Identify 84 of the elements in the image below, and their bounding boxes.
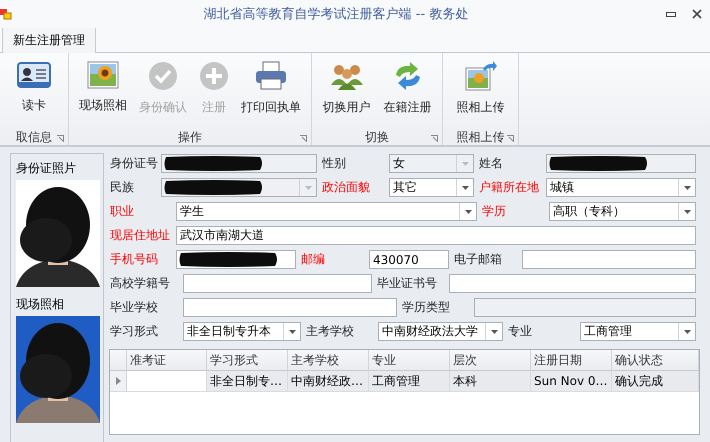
input-field[interactable] (183, 298, 397, 317)
field-label: 学历类型 (401, 299, 451, 316)
dropdown-arrow-icon (462, 162, 468, 166)
dropdown-arrow-icon (684, 186, 690, 190)
field-label: 手机号码 (109, 251, 159, 268)
table-cell: 非全日制专… (207, 371, 288, 392)
window-title: 湖北省高等教育自学考试注册客户端 -- 教务处 (202, 6, 470, 23)
photo-label: 身份证照片 (16, 160, 77, 177)
dialog-launcher-icon[interactable] (431, 135, 438, 142)
dropdown-arrow-icon (304, 186, 312, 190)
column-header[interactable]: 注册日期 (531, 350, 612, 371)
ribbon-button[interactable]: 照相上传 (454, 57, 506, 129)
dropdown-arrow-icon (288, 330, 296, 334)
input-field[interactable]: 武汉市南湖大道 (176, 226, 696, 245)
plus-icon (199, 61, 229, 91)
input-field[interactable] (176, 250, 296, 269)
table-cell: 本科 (450, 371, 531, 392)
printer-icon (255, 61, 287, 91)
dropdown-field[interactable]: 其它 (389, 178, 474, 197)
input-field[interactable] (449, 274, 696, 293)
field-label: 政治面貌 (321, 179, 371, 196)
ribbon-button[interactable]: 切换用户 (320, 57, 372, 129)
field-label: 民族 (109, 179, 135, 196)
sunflower-photo-icon (87, 61, 119, 89)
dropdown-arrow-icon (684, 210, 690, 214)
field-label: 现居住地址 (109, 227, 171, 244)
row-header[interactable] (110, 371, 127, 392)
group-label: 操作 (178, 128, 202, 146)
group-label: 切换 (365, 128, 389, 146)
field-label: 邮编 (300, 251, 326, 268)
group-label: 取信息 (16, 128, 52, 146)
corner-header-cell (110, 350, 127, 371)
dropdown-field[interactable]: 工商管理 (580, 322, 696, 341)
table-cell: 确认完成 (612, 371, 699, 392)
ribbon-button[interactable]: 读卡 (15, 57, 53, 129)
ribbon-tab[interactable]: 新生注册管理 (2, 27, 96, 53)
field-label: 职业 (109, 203, 135, 220)
minimize-icon (666, 12, 676, 16)
check-icon (148, 61, 178, 91)
field-label: 高校学籍号 (109, 275, 171, 292)
table-cell: Sun Nov 0… (531, 371, 612, 392)
dialog-launcher-icon[interactable] (507, 135, 514, 142)
column-header[interactable]: 准考证 (127, 350, 207, 371)
field-label: 毕业证书号 (376, 275, 438, 292)
field-label: 性别 (321, 155, 347, 172)
app-icon (0, 7, 14, 21)
field-label: 专业 (507, 323, 533, 340)
dropdown-arrow-icon (490, 330, 498, 334)
dropdown-arrow-icon (684, 330, 690, 334)
field-label: 毕业学校 (109, 299, 159, 316)
dropdown-arrow-icon (462, 186, 468, 190)
field-label: 身份证号 (109, 155, 159, 172)
column-header[interactable]: 层次 (450, 350, 531, 371)
field-label: 主考学校 (305, 323, 355, 340)
column-header[interactable]: 专业 (369, 350, 450, 371)
column-header[interactable]: 确认状态 (612, 350, 699, 371)
column-header[interactable]: 主考学校 (288, 350, 369, 371)
table-cell: 工商管理 (369, 371, 450, 392)
id-card-icon (17, 61, 51, 89)
ribbon-button[interactable]: 打印回执单 (239, 57, 303, 129)
dropdown-field[interactable]: 学生 (176, 202, 477, 221)
ribbon-button[interactable]: 现场照相 (77, 57, 129, 129)
input-field[interactable] (183, 274, 372, 293)
input-field[interactable] (522, 250, 696, 269)
dialog-launcher-icon[interactable] (300, 135, 307, 142)
dropdown-field[interactable]: 中南财经政法大学 (378, 322, 503, 341)
field-label: 学习形式 (109, 323, 159, 340)
dialog-launcher-icon[interactable] (57, 135, 64, 142)
input-field[interactable]: 430070 (369, 250, 449, 269)
dropdown-field[interactable]: 非全日制专升本 (183, 322, 301, 341)
table-cell: 中南财经政… (288, 371, 369, 392)
field-label: 学历 (481, 203, 507, 220)
close-icon (692, 9, 702, 19)
dropdown-arrow-icon (464, 210, 472, 214)
dropdown-field[interactable]: 高职（专科） (549, 202, 696, 221)
photo-upload-icon (464, 61, 496, 91)
group-label: 照相上传 (456, 128, 504, 146)
field-label: 电子邮箱 (453, 251, 503, 268)
ribbon-button[interactable]: 在籍注册 (382, 57, 434, 129)
field-label: 姓名 (478, 155, 504, 172)
column-header[interactable]: 学习形式 (207, 350, 288, 371)
field-label: 户籍所在地 (478, 179, 540, 196)
dropdown-field[interactable]: 城镇 (546, 178, 696, 197)
photo-label: 现场照相 (16, 296, 65, 313)
